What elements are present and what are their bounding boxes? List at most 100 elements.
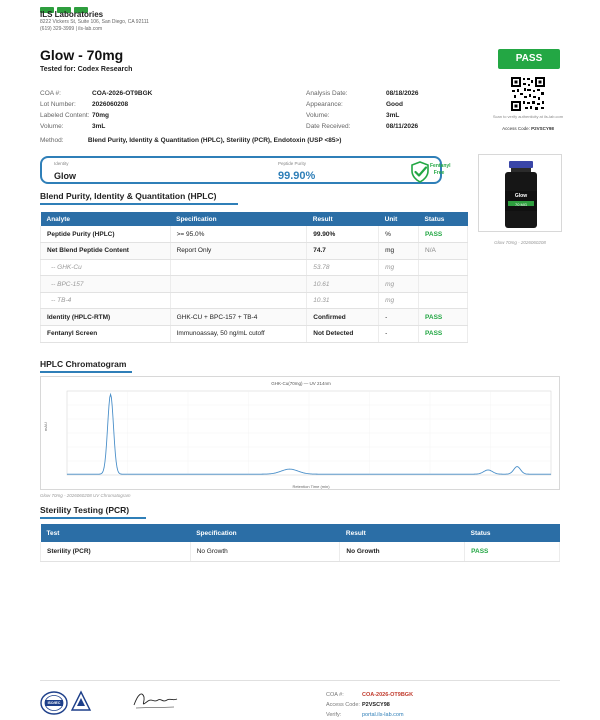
table-row: Identity (HPLC-RTM) GHK-CU + BPC-157 + T… [40,308,468,327]
analyte-cell: -- BPC-157 [40,275,171,293]
status-cell [418,259,468,277]
fentanyl-free-label: Fentanyl Free [430,163,451,177]
tested-for: Tested for: Codex Research [40,66,133,73]
status-cell: N/A [418,242,468,260]
result-cell: 99.90% [306,226,380,244]
meta-key: Labeled Content: [40,112,90,119]
footer-coa-value: COA-2026-OT9BGK [362,692,414,698]
unit-cell: mg [378,292,420,310]
qr-code-icon[interactable] [510,76,546,112]
blend-table-header: Analyte Specification Result Unit Status [40,212,468,226]
access-code: Access Code: P2VSCY98 [488,126,568,131]
chromatogram-chart: GHK-Cu(70mg) — UV 214nm mAU Retention Ti… [40,376,560,490]
meta-key: COA #: [40,90,61,97]
footer-access-key: Access Code: [326,702,360,708]
result-cell: 53.78 [306,259,380,277]
purity-value: 99.90% [278,170,316,182]
meta-value: 2026060208 [92,101,129,108]
seal-text: ISO/IEC [47,701,61,705]
col-header: Status [464,524,560,542]
company-logo [40,0,100,13]
fentanyl-line2: Free [433,170,445,176]
chromatogram-svg: GHK-Cu(70mg) — UV 214nm mAU Retention Ti… [43,381,552,489]
blend-section-title: Blend Purity, Identity & Quantitation (H… [40,191,238,205]
unit-cell: - [378,308,420,327]
result-cell: Confirmed [306,308,380,327]
col-header: Unit [378,212,419,226]
vial-caption: Glow 70mg - 2026060208 [494,240,546,245]
status-cell [418,275,468,293]
check-shield-icon [411,161,429,183]
verify-link[interactable]: portal.ils-lab.com [362,712,404,718]
result-cell: 10.61 [306,275,380,293]
col-header: Result [306,212,379,226]
result-cell: 10.31 [306,292,380,310]
footer-verify-key: Verify: [326,712,342,718]
company-phone: (619) 329-3999 | ils-lab.com [40,26,103,32]
vial-image: Glow 70 MG [478,154,562,232]
meta-value: 3mL [386,112,400,119]
vial-sub: 70 MG [514,201,527,207]
meta-key: Analysis Date: [306,90,348,97]
footer-access-value: P2VSCY98 [362,702,390,708]
analyte-cell: Peptide Purity (HPLC) [40,226,171,244]
meta-key: Volume: [40,123,64,130]
access-code-value: P2VSCY98 [531,126,554,131]
meta-value: 08/18/2026 [386,90,419,97]
status-cell: PASS [418,226,468,244]
meta-value: 08/11/2026 [386,123,419,130]
result-cell: Not Detected [306,325,380,343]
method-value: Blend Purity, Identity & Quantitation (H… [87,137,342,144]
chart-grid [66,390,552,476]
vial-label: Glow [514,193,528,199]
footer-meta: COA #: COA-2026-OT9BGK Access Code: P2VSCY… [326,690,413,720]
company-name: ILS Laboratories [40,10,104,19]
unit-cell: mg [378,275,420,293]
meta-value: 3mL [92,123,106,130]
company-header: ILS Laboratories 8222 Vickers St, Suite … [40,10,149,33]
signature-icon [133,693,178,709]
meta-value: Good [386,101,403,108]
col-header: Result [339,524,465,542]
table-row: Sterility (PCR) No Growth No Growth PASS [40,542,560,562]
sterility-table-header: Test Specification Result Status [40,524,560,542]
sterility-section-title-text: Sterility Testing (PCR) [40,505,130,515]
spec-cell: >= 95.0% [170,226,308,244]
table-row: Peptide Purity (HPLC) >= 95.0% 99.90% % … [40,226,468,244]
sterility-table: Test Specification Result Status Sterili… [40,524,560,562]
spec-cell: GHK-CU + BPC-157 + TB-4 [170,308,308,327]
section-underline [40,203,238,205]
blend-section-title-text: Blend Purity, Identity & Quantitation (H… [40,191,217,201]
table-row: -- GHK-Cu 53.78 mg [40,259,468,277]
spec-cell [170,275,308,293]
meta-value: 70mg [92,112,109,119]
analyte-cell: Identity (HPLC-RTM) [40,308,171,327]
meta-key: Volume: [306,112,330,119]
status-cell: PASS [418,325,468,343]
footer-divider [40,680,560,681]
method-line: Method: Blend Purity, Identity & Quantit… [40,137,341,144]
chart-ylabel: mAU [43,422,48,431]
table-row: Net Blend Peptide Content Report Only 74… [40,242,468,260]
unit-cell: mg [378,259,420,277]
overall-pass-badge: PASS [498,49,560,69]
analyte-cell: -- TB-4 [40,292,171,310]
spec-cell: Report Only [170,242,308,260]
spec-cell: No Growth [190,542,341,562]
purity-label: Peptide Purity [278,161,307,166]
test-cell: Sterility (PCR) [40,542,191,562]
chroma-section-title-text: HPLC Chromatogram [40,359,127,369]
company-address: 8222 Vickers St, Suite 106, San Diego, C… [40,19,149,25]
method-key: Method: [40,137,64,144]
blend-table: Analyte Specification Result Unit Status… [40,212,468,343]
footer-coa-key: COA #: [326,692,344,698]
table-row: -- BPC-157 10.61 mg [40,275,468,293]
analyte-cell: Net Blend Peptide Content [40,242,171,260]
chart-title: GHK-Cu(70mg) — UV 214nm [271,381,331,386]
meta-key: Lot Number: [40,101,76,108]
meta-key: Date Received: [306,123,351,130]
status-cell: PASS [464,542,560,562]
col-header: Specification [190,524,340,542]
result-cell: No Growth [339,542,466,562]
table-row: -- TB-4 10.31 mg [40,292,468,310]
